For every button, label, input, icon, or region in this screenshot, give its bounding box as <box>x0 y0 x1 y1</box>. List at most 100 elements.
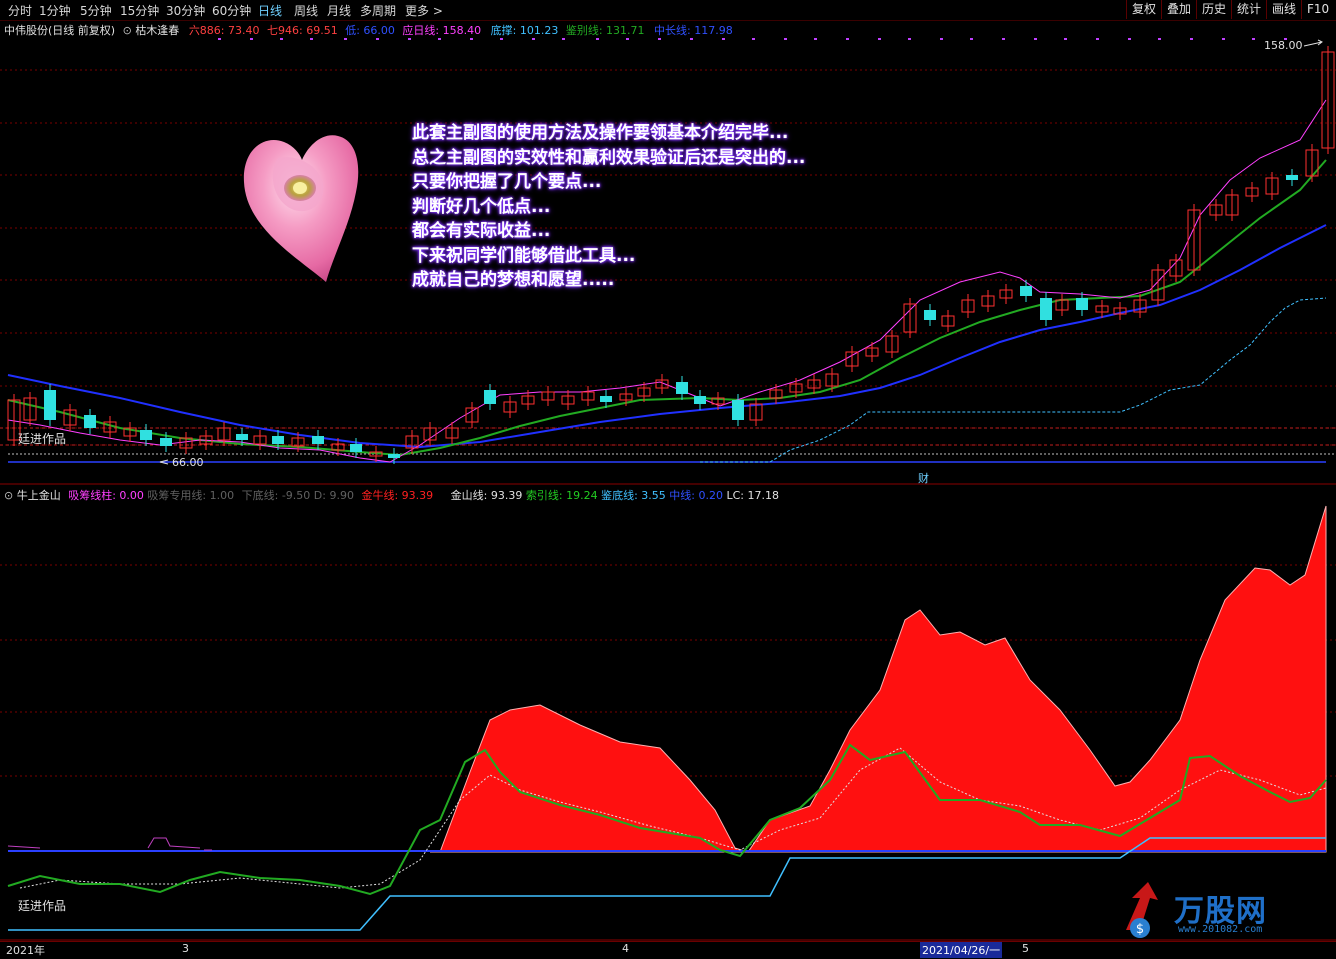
marker-dot <box>1064 38 1067 40</box>
candle-down <box>272 436 284 444</box>
svg-text:$: $ <box>1136 922 1144 937</box>
marker-dot <box>1096 38 1099 40</box>
statistics-button[interactable]: 统计 <box>1231 0 1266 19</box>
marker-dot <box>500 38 503 40</box>
marker-dot <box>532 38 535 40</box>
overlay-button[interactable]: 叠加 <box>1161 0 1196 19</box>
f10-button[interactable]: F10 <box>1301 0 1334 19</box>
message-line: 都会有实际收益... <box>412 221 551 241</box>
candle-down <box>732 400 744 420</box>
marker-dot <box>846 38 849 40</box>
accumulation-bar <box>7 837 212 851</box>
candle-down <box>676 382 688 394</box>
candle-down <box>84 415 96 428</box>
marker-dot <box>376 38 379 40</box>
marker-dot <box>626 38 629 40</box>
marker-dot <box>658 38 661 40</box>
candle-down <box>44 390 56 420</box>
marker-dot <box>908 38 911 40</box>
marker-dot <box>752 38 755 40</box>
candle-down <box>312 436 324 444</box>
period-toolbar: 分时 1分钟 5分钟 15分钟 30分钟 60分钟 日线 周线 月线 多周期 更… <box>0 0 1336 21</box>
time-label: 3 <box>182 942 189 955</box>
candle-down <box>484 390 496 404</box>
marker-dot <box>562 38 565 40</box>
legend-value: 中线: 0.20 <box>669 489 723 502</box>
marker-dot <box>408 38 411 40</box>
message-line: 判断好几个低点... <box>412 196 551 217</box>
period-tab[interactable]: 1分钟 <box>39 2 71 19</box>
candle-down <box>924 310 936 320</box>
sub-watermark: 廷进作品 <box>18 899 67 913</box>
logo-arrow-icon: $ <box>1126 882 1158 938</box>
marker-dot <box>1190 38 1193 40</box>
period-tab[interactable]: 15分钟 <box>120 2 159 19</box>
legend-value: 金牛线: 93.39 <box>361 489 434 502</box>
marker-dot <box>1002 38 1005 40</box>
crosshair-date: 2021/04/26/一 <box>920 942 1003 958</box>
candle-down <box>1040 298 1052 320</box>
legend-value: 应日线: 158.40 <box>402 24 482 37</box>
legend-value: 金山线: 93.39 <box>450 489 523 502</box>
message-line: 下来祝同学们能够借此工具... <box>412 245 636 266</box>
stock-title[interactable]: 中伟股份(日线 前复权) <box>4 24 115 37</box>
legend-value: LC: 17.18 <box>726 489 779 502</box>
site-logo: $ 万股网 www.201082.com <box>1118 880 1318 940</box>
indicator-toggle-icon[interactable]: ⊙ <box>123 24 132 37</box>
marker-dot <box>722 38 725 40</box>
main-watermark: 廷进作品 <box>18 432 67 446</box>
candle-down <box>694 396 706 404</box>
time-label: 4 <box>622 942 629 955</box>
indicator-toggle-icon[interactable]: ⊙ <box>4 489 13 502</box>
logo-url: www.201082.com <box>1178 924 1263 935</box>
period-tab-more[interactable]: 更多 > <box>405 2 443 19</box>
draw-line-button[interactable]: 画线 <box>1266 0 1301 19</box>
marker-dot <box>280 38 283 40</box>
tutorial-message: 此套主副图的使用方法及操作要领基本介绍完毕... 总之主副图的实效性和赢利效果验… <box>412 121 805 293</box>
message-line: 此套主副图的使用方法及操作要领基本介绍完毕... <box>412 123 789 143</box>
legend-value: 下底线: -9.50 <box>241 489 311 502</box>
candle-down <box>236 434 248 440</box>
legend-value: 吸筹线柱: 0.00 <box>68 489 144 502</box>
period-tab[interactable]: 5分钟 <box>80 2 112 19</box>
marker-dot <box>344 38 347 40</box>
period-tab[interactable]: 月线 <box>327 2 351 19</box>
period-tab[interactable]: 30分钟 <box>166 2 205 19</box>
sub-indicator-name[interactable]: 牛上金山 <box>17 489 61 502</box>
legend-value: 七946: 69.51 <box>267 24 338 37</box>
period-tab[interactable]: 多周期 <box>360 2 396 19</box>
marker-dot <box>310 38 313 40</box>
candle-down <box>600 396 612 402</box>
marker-dot <box>596 38 599 40</box>
legend-value: 底撑: 101.23 <box>490 24 559 37</box>
message-line: 只要你把握了几个要点... <box>412 172 602 192</box>
candle-down <box>388 454 400 458</box>
marker-dot <box>940 38 943 40</box>
marker-dot <box>970 38 973 40</box>
financial-marker[interactable]: 财 <box>918 470 929 486</box>
legend-value: 六886: 73.40 <box>188 24 260 37</box>
candle-down <box>350 444 362 452</box>
main-indicator-name[interactable]: 枯木逢春 <box>135 24 179 37</box>
history-button[interactable]: 历史 <box>1196 0 1231 19</box>
marker-dot <box>814 38 817 40</box>
legend-value: 吸筹专用线: 1.00 <box>147 489 235 502</box>
marker-dot <box>784 38 787 40</box>
restore-rights-button[interactable]: 复权 <box>1126 0 1161 19</box>
period-tab[interactable]: 分时 <box>8 2 32 19</box>
time-axis: 2021年 3 4 2021/04/26/一 5 <box>0 941 1336 959</box>
main-legend: 中伟股份(日线 前复权) ⊙ 枯木逢春 六886: 73.40 七946: 69… <box>4 22 733 38</box>
message-line: 总之主副图的实效性和赢利效果验证后还是突出的... <box>412 147 806 168</box>
marker-dot <box>1252 38 1255 40</box>
legend-value: 鉴底线: 3.55 <box>601 489 666 502</box>
period-tab-active[interactable]: 日线 <box>258 2 282 19</box>
candle-down <box>140 430 152 440</box>
period-tab[interactable]: 周线 <box>294 2 318 19</box>
marker-dot <box>250 38 253 40</box>
marker-dot <box>218 38 221 40</box>
period-tab[interactable]: 60分钟 <box>212 2 251 19</box>
candle-down <box>1076 298 1088 310</box>
gold-bull-area <box>430 505 1327 853</box>
low-price-label: 66.00 <box>172 456 204 469</box>
marker-dot <box>1158 38 1161 40</box>
